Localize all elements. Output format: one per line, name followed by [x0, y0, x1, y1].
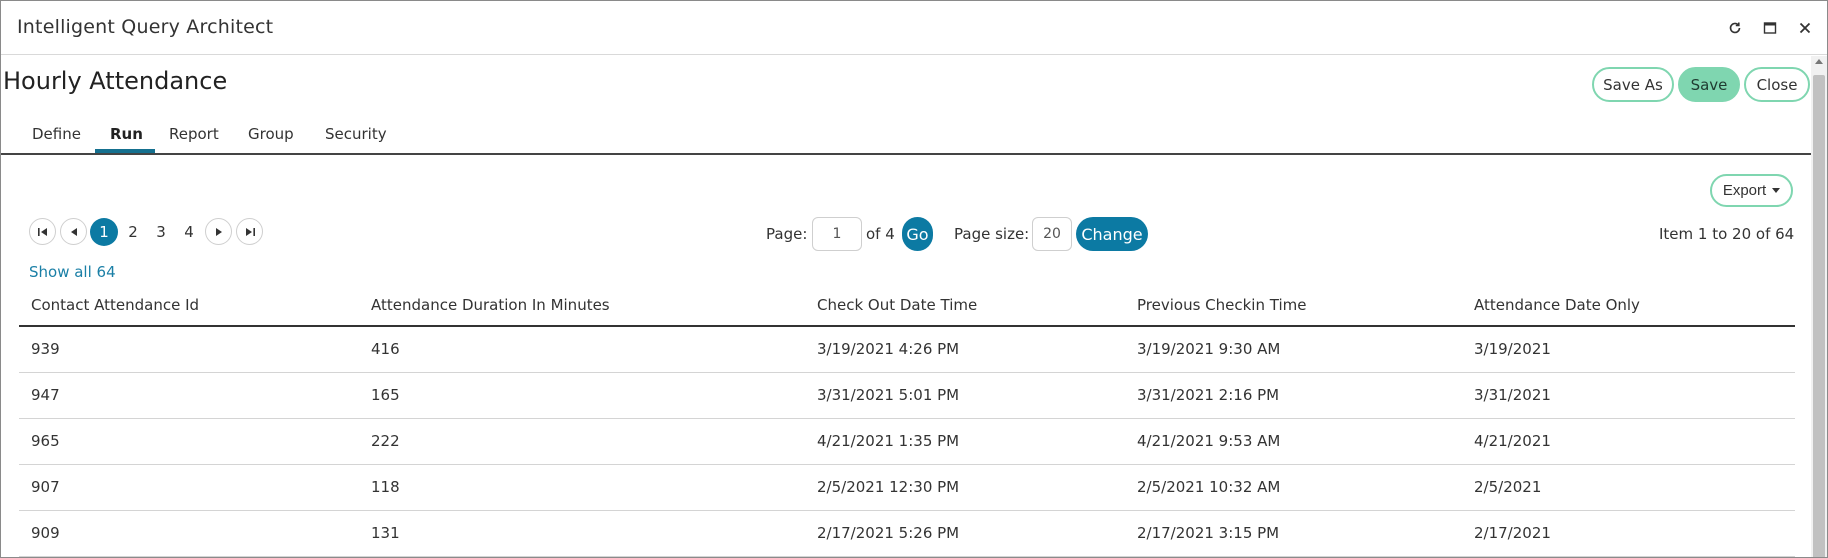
item-range-label: Item 1 to 20 of 64: [1659, 225, 1795, 243]
table-cell: 939: [31, 340, 60, 358]
page-number-2[interactable]: 2: [119, 218, 147, 246]
tab-bar: Define Run Report Group Security: [1, 115, 1813, 155]
chevron-down-icon: [1772, 188, 1781, 193]
export-button[interactable]: Export: [1710, 174, 1793, 207]
page-number-1[interactable]: 1: [90, 218, 118, 246]
prev-page-button[interactable]: [60, 218, 87, 245]
last-page-button[interactable]: [236, 218, 263, 245]
table-cell: 3/19/2021 9:30 AM: [1137, 340, 1281, 358]
table-cell: 3/31/2021 5:01 PM: [817, 386, 960, 404]
title-bar: Intelligent Query Architect: [1, 1, 1827, 55]
first-page-button[interactable]: [29, 218, 56, 245]
refresh-icon[interactable]: [1724, 17, 1746, 39]
first-page-icon: [37, 227, 47, 236]
table-row[interactable]: 939 416 3/19/2021 4:26 PM 3/19/2021 9:30…: [19, 327, 1795, 373]
page-total-label: of 4: [866, 225, 895, 243]
tab-report[interactable]: Report: [169, 125, 219, 143]
tab-group[interactable]: Group: [248, 125, 294, 143]
scrollbar-thumb[interactable]: [1813, 75, 1825, 557]
table-cell: 165: [371, 386, 400, 404]
save-as-button[interactable]: Save As: [1592, 67, 1674, 102]
table-cell: 131: [371, 524, 400, 542]
table-cell: 2/5/2021: [1474, 478, 1542, 496]
export-label: Export: [1722, 182, 1767, 199]
last-page-icon: [245, 227, 255, 236]
tab-security[interactable]: Security: [325, 125, 387, 143]
table-cell: 2/5/2021 10:32 AM: [1137, 478, 1281, 496]
page-number-3[interactable]: 3: [147, 218, 175, 246]
query-architect-window: Intelligent Query Architect Hourly Atten…: [0, 0, 1828, 558]
tab-run[interactable]: Run: [110, 125, 143, 143]
table-row[interactable]: 909 131 2/17/2021 5:26 PM 2/17/2021 3:15…: [19, 511, 1795, 557]
next-page-button[interactable]: [205, 218, 232, 245]
table-cell: 2/17/2021 5:26 PM: [817, 524, 960, 542]
table-cell: 909: [31, 524, 60, 542]
close-button[interactable]: Close: [1744, 67, 1810, 102]
table-cell: 2/5/2021 12:30 PM: [817, 478, 960, 496]
page-number-input[interactable]: [812, 217, 862, 251]
table-cell: 416: [371, 340, 400, 358]
table-cell: 118: [371, 478, 400, 496]
table-row[interactable]: 947 165 3/31/2021 5:01 PM 3/31/2021 2:16…: [19, 373, 1795, 419]
table-row[interactable]: 965 222 4/21/2021 1:35 PM 4/21/2021 9:53…: [19, 419, 1795, 465]
page-size-label: Page size:: [954, 225, 1030, 243]
close-icon[interactable]: [1794, 17, 1816, 39]
tab-define[interactable]: Define: [32, 125, 81, 143]
table-cell: 222: [371, 432, 400, 450]
next-page-icon: [215, 227, 222, 236]
maximize-icon[interactable]: [1759, 17, 1781, 39]
change-button[interactable]: Change: [1076, 217, 1148, 251]
table-cell: 2/17/2021 3:15 PM: [1137, 524, 1280, 542]
table-header: Contact Attendance Id Attendance Duratio…: [19, 289, 1795, 327]
save-button[interactable]: Save: [1678, 67, 1740, 102]
table-cell: 3/31/2021 2:16 PM: [1137, 386, 1280, 404]
column-header[interactable]: Check Out Date Time: [817, 296, 977, 314]
results-table: Contact Attendance Id Attendance Duratio…: [19, 289, 1795, 557]
table-cell: 947: [31, 386, 60, 404]
show-all-link[interactable]: Show all 64: [29, 263, 116, 281]
table-cell: 907: [31, 478, 60, 496]
page-size-input[interactable]: [1032, 217, 1072, 251]
table-cell: 3/19/2021 4:26 PM: [817, 340, 960, 358]
table-cell: 3/19/2021: [1474, 340, 1551, 358]
window-title: Intelligent Query Architect: [17, 16, 274, 38]
column-header[interactable]: Attendance Duration In Minutes: [371, 296, 610, 314]
prev-page-icon: [70, 227, 77, 236]
page-number-4[interactable]: 4: [175, 218, 203, 246]
active-tab-indicator: [95, 149, 155, 153]
table-cell: 2/17/2021: [1474, 524, 1551, 542]
table-cell: 4/21/2021 9:53 AM: [1137, 432, 1281, 450]
table-cell: 4/21/2021: [1474, 432, 1551, 450]
table-cell: 3/31/2021: [1474, 386, 1551, 404]
table-row[interactable]: 907 118 2/5/2021 12:30 PM 2/5/2021 10:32…: [19, 465, 1795, 511]
page-title: Hourly Attendance: [3, 67, 228, 95]
go-button[interactable]: Go: [902, 217, 933, 251]
column-header[interactable]: Attendance Date Only: [1474, 296, 1640, 314]
scroll-up-icon[interactable]: [1815, 59, 1823, 64]
table-cell: 4/21/2021 1:35 PM: [817, 432, 960, 450]
column-header[interactable]: Contact Attendance Id: [31, 296, 199, 314]
table-cell: 965: [31, 432, 60, 450]
column-header[interactable]: Previous Checkin Time: [1137, 296, 1306, 314]
page-label: Page:: [766, 225, 808, 243]
